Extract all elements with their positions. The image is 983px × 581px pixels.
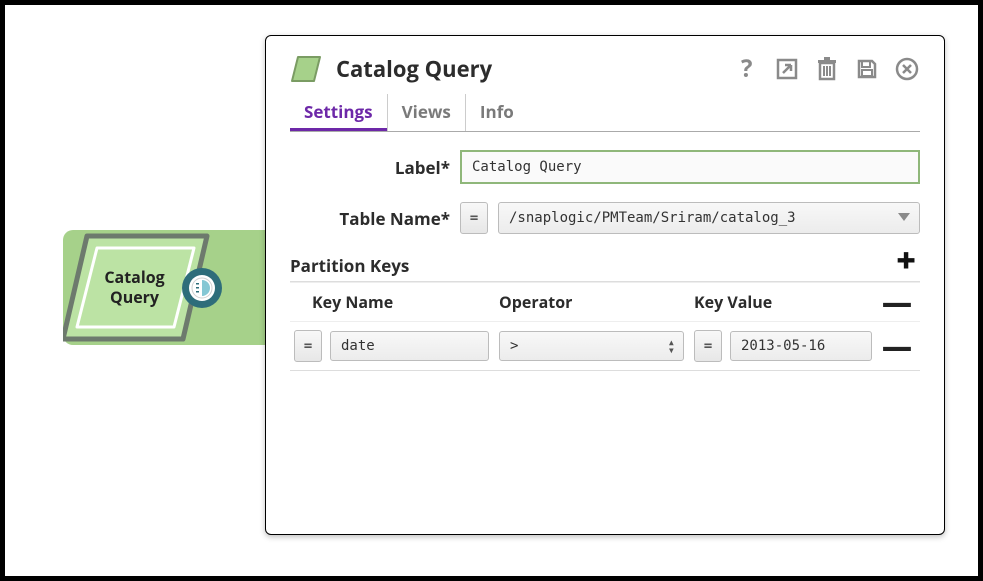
operator-select[interactable]: > ▴▾ xyxy=(499,331,684,361)
key-name-input[interactable]: date xyxy=(330,331,489,361)
chevron-down-icon xyxy=(897,210,911,226)
remove-partition-key-button[interactable]: — xyxy=(882,336,912,356)
snap-type-icon xyxy=(290,55,322,83)
export-icon[interactable] xyxy=(774,56,800,82)
key-value-input[interactable]: 2013-05-16 xyxy=(730,331,872,361)
table-name-dropdown[interactable]: /snaplogic/PMTeam/Sriram/catalog_3 xyxy=(498,202,920,234)
add-partition-key-button[interactable]: + xyxy=(896,245,916,273)
tab-views[interactable]: Views xyxy=(388,94,466,131)
tab-settings[interactable]: Settings xyxy=(290,94,388,131)
column-header-key-name: Key Name xyxy=(294,291,489,313)
table-name-value: /snaplogic/PMTeam/Sriram/catalog_3 xyxy=(509,210,796,226)
output-port-icon xyxy=(191,277,213,299)
snap-output-port[interactable] xyxy=(182,268,222,308)
field-label-tablename: Table Name* xyxy=(290,207,450,230)
close-icon[interactable] xyxy=(894,56,920,82)
save-icon[interactable] xyxy=(854,56,880,82)
expression-toggle-button[interactable]: = xyxy=(460,202,488,234)
remove-header-icon: — xyxy=(882,292,912,312)
help-icon[interactable]: ? xyxy=(734,56,760,82)
trash-icon[interactable] xyxy=(814,56,840,82)
snap-settings-dialog: Catalog Query ? Settings Views Info Lab xyxy=(265,35,945,535)
expression-toggle-button[interactable]: = xyxy=(694,330,722,362)
column-header-operator: Operator xyxy=(499,291,684,313)
svg-text:?: ? xyxy=(741,57,752,81)
field-label-label: Label* xyxy=(290,156,450,179)
expression-toggle-button[interactable]: = xyxy=(294,330,322,362)
label-input[interactable] xyxy=(460,150,920,184)
stepper-icon: ▴▾ xyxy=(668,338,675,354)
tab-info[interactable]: Info xyxy=(466,94,528,131)
column-header-key-value: Key Value xyxy=(694,291,872,313)
dialog-title: Catalog Query xyxy=(336,54,720,84)
